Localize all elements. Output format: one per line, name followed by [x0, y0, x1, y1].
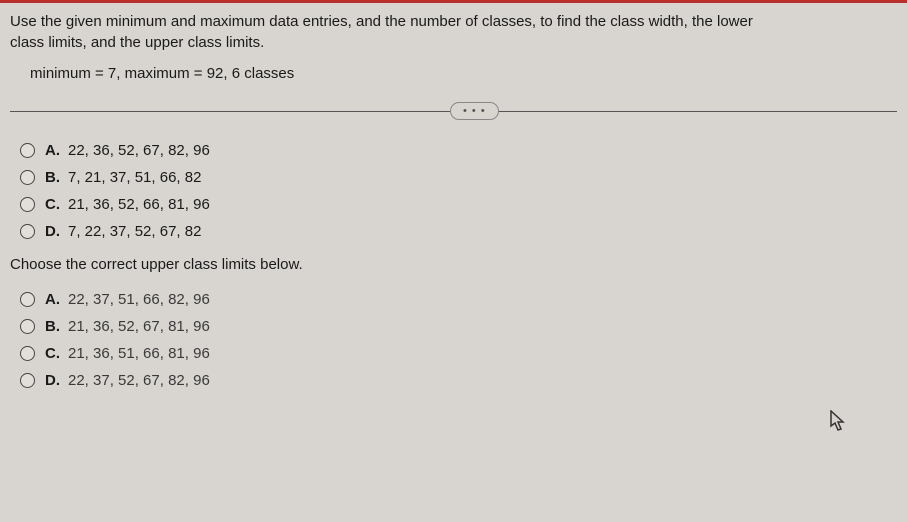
- divider: • • •: [10, 100, 897, 124]
- option-g1-c[interactable]: C. 21, 36, 52, 66, 81, 96: [10, 196, 897, 213]
- radio-icon[interactable]: [20, 170, 35, 185]
- option-text: 7, 21, 37, 51, 66, 82: [68, 169, 201, 186]
- option-group-2: A. 22, 37, 51, 66, 82, 96 B. 21, 36, 52,…: [10, 291, 897, 389]
- radio-icon[interactable]: [20, 224, 35, 239]
- option-g2-d[interactable]: D. 22, 37, 52, 67, 82, 96: [10, 372, 897, 389]
- radio-icon[interactable]: [20, 292, 35, 307]
- question-line2: class limits, and the upper class limits…: [10, 34, 264, 51]
- option-text: 22, 37, 52, 67, 82, 96: [68, 372, 210, 389]
- sub-question: Choose the correct upper class limits be…: [10, 256, 897, 273]
- option-label: B.: [45, 318, 60, 335]
- cursor-icon: [829, 410, 847, 436]
- option-label: A.: [45, 291, 60, 308]
- question-prompt: Use the given minimum and maximum data e…: [10, 11, 897, 53]
- option-text: 7, 22, 37, 52, 67, 82: [68, 223, 201, 240]
- option-label: C.: [45, 345, 60, 362]
- option-g1-a[interactable]: A. 22, 36, 52, 67, 82, 96: [10, 142, 897, 159]
- radio-icon[interactable]: [20, 143, 35, 158]
- radio-icon[interactable]: [20, 319, 35, 334]
- option-text: 21, 36, 52, 67, 81, 96: [68, 318, 210, 335]
- option-g1-b[interactable]: B. 7, 21, 37, 51, 66, 82: [10, 169, 897, 186]
- option-group-1: A. 22, 36, 52, 67, 82, 96 B. 7, 21, 37, …: [10, 142, 897, 240]
- option-text: 21, 36, 52, 66, 81, 96: [68, 196, 210, 213]
- option-text: 22, 37, 51, 66, 82, 96: [68, 291, 210, 308]
- option-label: D.: [45, 372, 60, 389]
- question-content: Use the given minimum and maximum data e…: [0, 3, 907, 407]
- option-label: B.: [45, 169, 60, 186]
- question-line1: Use the given minimum and maximum data e…: [10, 13, 753, 30]
- option-text: 21, 36, 51, 66, 81, 96: [68, 345, 210, 362]
- ellipsis-button[interactable]: • • •: [450, 102, 499, 120]
- option-label: D.: [45, 223, 60, 240]
- radio-icon[interactable]: [20, 197, 35, 212]
- option-text: 22, 36, 52, 67, 82, 96: [68, 142, 210, 159]
- radio-icon[interactable]: [20, 373, 35, 388]
- option-g2-a[interactable]: A. 22, 37, 51, 66, 82, 96: [10, 291, 897, 308]
- option-label: A.: [45, 142, 60, 159]
- option-g2-b[interactable]: B. 21, 36, 52, 67, 81, 96: [10, 318, 897, 335]
- radio-icon[interactable]: [20, 346, 35, 361]
- option-g2-c[interactable]: C. 21, 36, 51, 66, 81, 96: [10, 345, 897, 362]
- option-label: C.: [45, 196, 60, 213]
- option-g1-d[interactable]: D. 7, 22, 37, 52, 67, 82: [10, 223, 897, 240]
- question-params: minimum = 7, maximum = 92, 6 classes: [10, 65, 897, 82]
